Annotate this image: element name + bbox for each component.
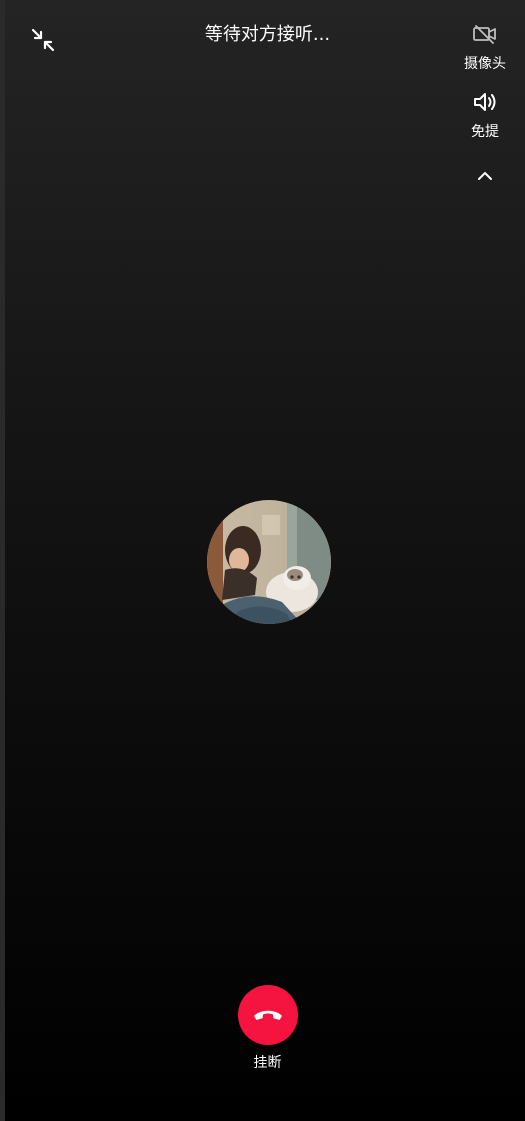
camera-off-icon (469, 18, 501, 50)
speaker-toggle-button[interactable]: 免提 (469, 86, 501, 142)
hangup-section: 挂断 (5, 985, 525, 1073)
camera-toggle-button[interactable]: 摄像头 (464, 18, 506, 74)
speaker-label: 免提 (471, 124, 499, 140)
camera-label: 摄像头 (464, 56, 506, 72)
hangup-phone-icon (253, 1010, 282, 1020)
chevron-up-icon (478, 172, 492, 180)
call-screen: 等待对方接听... 摄像头 免提 挂断 (0, 0, 525, 1121)
collapse-controls-button[interactable] (469, 162, 501, 190)
hangup-button[interactable] (237, 985, 298, 1045)
avatar (207, 500, 331, 624)
avatar-photo (207, 500, 331, 624)
hangup-label: 挂断 (253, 1055, 282, 1071)
side-controls: 摄像头 免提 (445, 18, 525, 190)
speaker-icon (469, 86, 501, 118)
